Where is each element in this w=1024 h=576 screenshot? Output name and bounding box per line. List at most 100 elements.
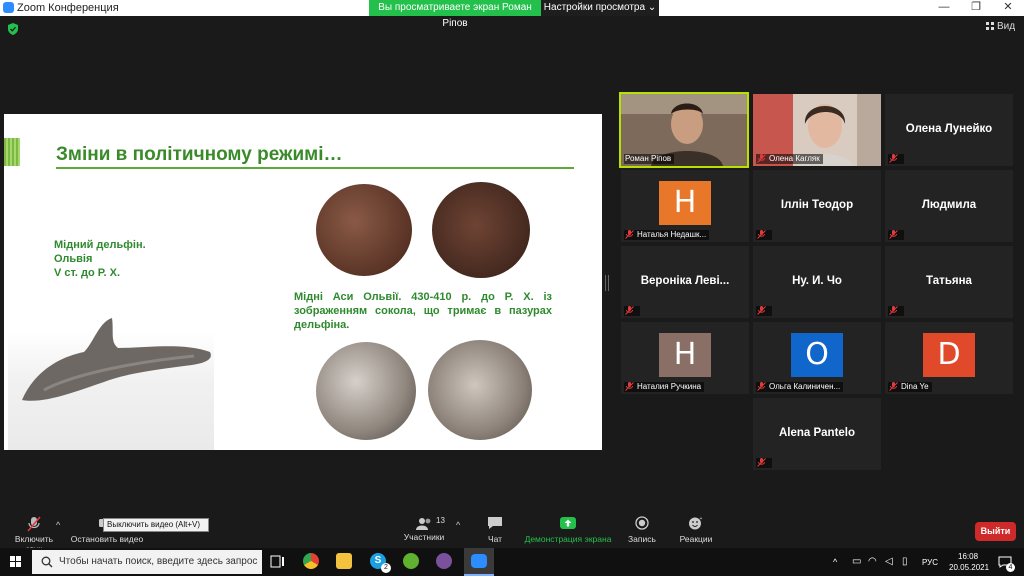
chrome-icon[interactable] — [303, 553, 319, 569]
slide-decor-stripe — [4, 138, 20, 166]
windows-start-icon[interactable] — [0, 548, 32, 576]
grid-icon — [986, 22, 994, 30]
notifications-count: 4 — [1006, 563, 1015, 572]
participant-name-label: Ольга Калиничен... — [756, 382, 844, 392]
participants-icon-wrap: 13 — [400, 516, 448, 532]
participant-tile[interactable]: Ну. И. Чо — [753, 246, 881, 318]
participant-avatar: D — [923, 333, 975, 377]
skype-badge: 2 — [381, 563, 391, 573]
participant-name-label: Наталия Ручкина — [624, 382, 705, 392]
search-icon — [41, 556, 53, 568]
search-placeholder: Чтобы начать поиск, введите здесь запрос — [59, 556, 258, 567]
participants-icon — [416, 518, 431, 530]
share-screen-button[interactable]: Демонстрация экрана — [524, 516, 612, 544]
clock-date[interactable]: 20.05.2021 — [949, 563, 989, 572]
share-screen-icon — [560, 517, 576, 529]
clock-time[interactable]: 16:08 — [958, 552, 978, 561]
maximize-icon[interactable]: ❐ — [960, 0, 992, 16]
record-label: Запись — [628, 534, 656, 544]
participant-name: Наталья Недашк... — [637, 230, 707, 239]
keyboard-language[interactable]: РУС — [922, 558, 938, 567]
zoom-camera-icon — [471, 554, 487, 568]
participant-tile[interactable]: Людмила — [885, 170, 1013, 242]
chat-bubble-icon — [488, 517, 502, 529]
network-icon[interactable]: ▭ — [852, 556, 861, 567]
participant-name-label — [756, 458, 772, 468]
participant-display-name: Людмила — [921, 199, 977, 211]
security-shield-icon[interactable] — [8, 23, 18, 35]
participant-tile[interactable]: Татьяна — [885, 246, 1013, 318]
audio-options-chevron-icon[interactable]: ^ — [56, 520, 60, 530]
slide-title: Зміни в політичному режимі… — [56, 144, 343, 165]
mic-muted-icon — [757, 154, 766, 163]
participant-tile[interactable]: Іллін Теодор — [753, 170, 881, 242]
svg-text:+: + — [700, 516, 703, 522]
participant-tile[interactable]: Вероніка Леві... — [621, 246, 749, 318]
viber-icon[interactable] — [436, 553, 452, 569]
participant-name-label — [756, 230, 772, 240]
panel-splitter-handle[interactable] — [605, 275, 609, 291]
leave-meeting-button[interactable]: Выйти — [975, 522, 1016, 541]
coin-image-eagle-2 — [428, 340, 532, 440]
mic-muted-icon — [27, 516, 41, 532]
wifi-icon[interactable]: ◠ — [868, 556, 877, 567]
close-icon[interactable]: ✕ — [992, 0, 1024, 16]
participant-name-label: Роман Ріпов — [624, 154, 675, 164]
mic-muted-icon — [757, 382, 766, 391]
slide-title-underline — [56, 167, 574, 169]
participant-tile[interactable]: Alena Pantelo — [753, 398, 881, 470]
participant-tile[interactable]: H Наталья Недашк... — [621, 170, 749, 242]
mic-muted-icon — [625, 230, 634, 239]
task-view-icon[interactable] — [270, 554, 286, 570]
participants-label: Участники — [403, 532, 445, 542]
participant-display-name: Іллін Теодор — [780, 199, 854, 211]
tray-chevron-icon[interactable]: ^ — [833, 557, 837, 567]
coin-image-eagle-1 — [432, 182, 530, 278]
screen-share-banner: Вы просматриваете экран Роман Ріпов — [369, 0, 541, 29]
mic-muted-icon — [889, 382, 898, 391]
participant-tile[interactable]: Роман Ріпов — [619, 92, 749, 168]
minimize-icon[interactable]: — — [928, 0, 960, 16]
view-settings-button[interactable]: Настройки просмотра ⌄ — [541, 0, 659, 16]
dolphin-caption-line: Мідний дельфін. — [54, 239, 146, 251]
participant-tile[interactable]: Олена Кагляк — [753, 94, 881, 166]
chat-button[interactable]: Чат — [480, 516, 510, 544]
zoom-app-icon — [3, 2, 14, 13]
window-title: Zoom Конференция — [17, 2, 119, 14]
participant-tile[interactable]: H Наталия Ручкина — [621, 322, 749, 394]
participant-tile[interactable]: D Dina Ye — [885, 322, 1013, 394]
coin-image-head-2 — [316, 342, 416, 440]
battery-icon[interactable]: ▯ — [902, 556, 908, 567]
participant-name-label — [756, 306, 772, 316]
participants-options-chevron-icon[interactable]: ^ — [456, 520, 460, 530]
mic-muted-icon — [625, 382, 634, 391]
torrent-icon[interactable] — [403, 553, 419, 569]
participant-name-label: Олена Кагляк — [756, 154, 823, 164]
record-button[interactable]: Запись — [624, 516, 660, 544]
dolphin-caption: Мідний дельфін. Ольвія V ст. до Р. Х. — [54, 238, 146, 280]
participant-tile[interactable]: Олена Лунейко — [885, 94, 1013, 166]
participants-count: 13 — [436, 516, 445, 525]
participant-display-name: Ну. И. Чо — [792, 275, 842, 287]
participant-display-name: Олена Лунейко — [905, 123, 993, 135]
file-explorer-icon[interactable] — [336, 553, 352, 569]
participant-avatar: O — [791, 333, 843, 377]
mic-muted-icon — [889, 306, 898, 315]
participant-avatar: H — [659, 181, 711, 225]
participants-button[interactable]: 13 Участники — [400, 516, 448, 542]
stop-video-label: Остановить видео — [70, 534, 144, 544]
coin-image-head-1 — [316, 184, 412, 276]
mic-muted-icon — [889, 230, 898, 239]
smiley-icon: + — [689, 516, 703, 530]
participant-name-label — [888, 230, 904, 240]
mic-muted-icon — [889, 154, 898, 163]
view-layout-button[interactable]: Вид — [986, 21, 1015, 32]
reactions-button[interactable]: + Реакции — [676, 516, 716, 544]
participant-name-label — [888, 154, 904, 164]
volume-icon[interactable]: ◁ — [885, 556, 893, 567]
zoom-taskbar-icon[interactable] — [464, 548, 494, 576]
participant-tile[interactable]: O Ольга Калиничен... — [753, 322, 881, 394]
record-icon — [635, 516, 649, 530]
share-screen-label: Демонстрация экрана — [524, 534, 612, 544]
taskbar-search-input[interactable]: Чтобы начать поиск, введите здесь запрос — [32, 550, 262, 574]
